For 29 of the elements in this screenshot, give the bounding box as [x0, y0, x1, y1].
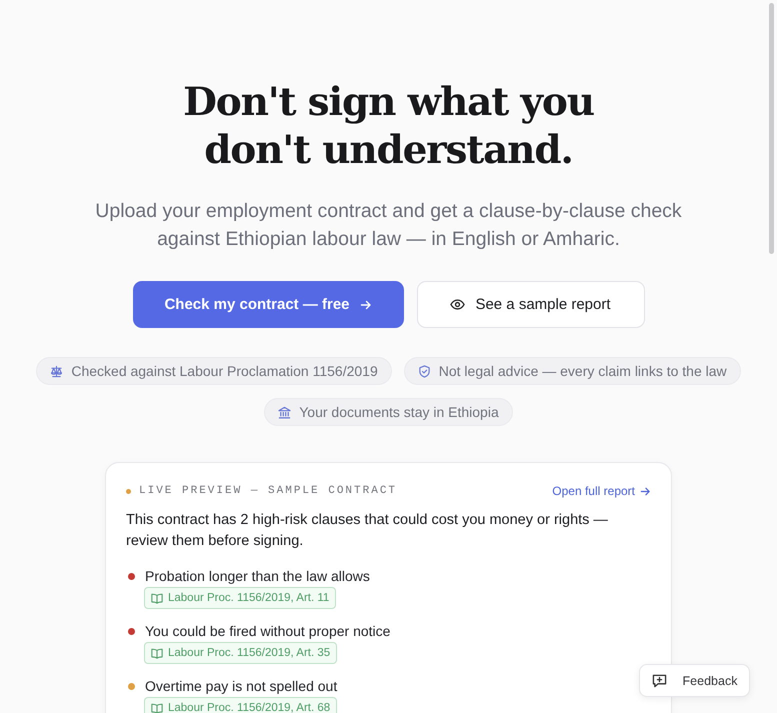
trust-badge: Your documents stay in Ethiopia: [264, 398, 513, 426]
law-citation-tag[interactable]: Labour Proc. 1156/2019, Art. 68: [144, 697, 338, 713]
message-plus-icon: [652, 674, 667, 688]
trust-badge: Checked against Labour Proclamation 1156/2019: [36, 357, 392, 385]
sample-report-button[interactable]: See a sample report: [416, 281, 644, 328]
scales-icon: [50, 364, 64, 378]
law-citation-tag[interactable]: Labour Proc. 1156/2019, Art. 11: [144, 587, 336, 609]
arrow-right-icon: [360, 298, 372, 310]
scrollbar-thumb[interactable]: [769, 3, 774, 254]
finding-title: Overtime pay is not spelled out: [145, 678, 338, 694]
bank-icon: [278, 406, 292, 418]
shield-check-icon: [418, 364, 431, 378]
feedback-button[interactable]: Feedback: [639, 664, 750, 697]
preview-label: LIVE PREVIEW — SAMPLE CONTRACT: [139, 485, 398, 497]
trust-badge: Not legal advice — every claim links to the law: [404, 357, 741, 385]
eye-icon: [450, 299, 466, 310]
book-icon: [151, 592, 163, 604]
book-icon: [151, 702, 163, 713]
law-citation-tag[interactable]: Labour Proc. 1156/2019, Art. 35: [144, 642, 338, 664]
summary-text: This contract has 2 high-risk clauses that could cost you money or rights — review them before signing.: [126, 511, 609, 551]
check-contract-button[interactable]: Check my contract — free: [132, 281, 404, 328]
headline: Don't sign what you don't understand.: [182, 78, 595, 174]
finding-title: You could be fired without proper notice: [145, 623, 390, 639]
subtitle: Upload your employment contract and get a clause-by-clause check against Ethiopian labour law — in English or Amharic.: [94, 199, 683, 252]
arrow-right-icon: [640, 486, 651, 496]
live-dot-icon: [126, 488, 131, 494]
open-full-report-link[interactable]: Open full report: [552, 484, 651, 498]
finding-title: Probation longer than the law allows: [145, 568, 370, 584]
book-icon: [151, 648, 163, 658]
